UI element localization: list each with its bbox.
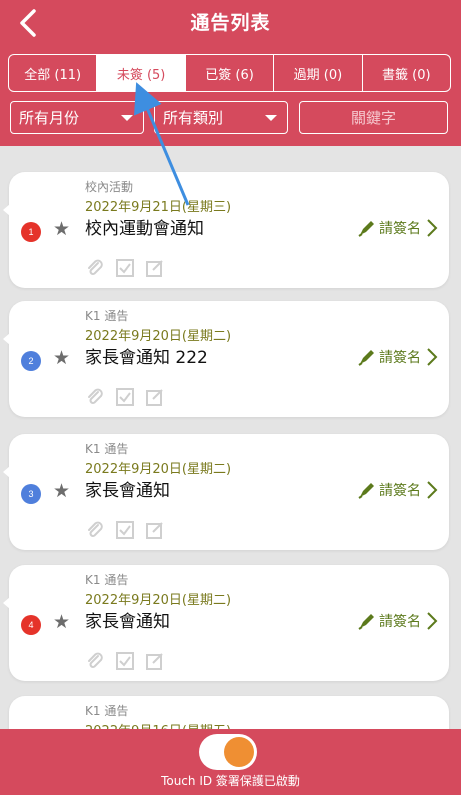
paperclip-icon xyxy=(88,521,103,537)
notice-date: 2022年9月21日(星期三) xyxy=(85,200,232,215)
sign-label: 請簽名 xyxy=(379,221,421,237)
notice-status-icons xyxy=(85,520,175,540)
checkbox-icon xyxy=(116,521,134,539)
notice-category: K1 通告 xyxy=(85,442,129,456)
notice-number-badge: 3 xyxy=(21,484,41,504)
checkbox-icon xyxy=(116,259,134,277)
notice-category: 校內活動 xyxy=(85,180,134,194)
category-select[interactable]: 所有類別 xyxy=(154,101,288,134)
notice-number-badge: 4 xyxy=(21,615,41,635)
sign-label: 請簽名 xyxy=(379,614,421,630)
pen-icon xyxy=(358,221,374,237)
edit-icon xyxy=(146,522,163,539)
tab-expired[interactable]: 過期 (0) xyxy=(274,55,363,91)
caret-down-icon xyxy=(265,115,277,121)
header-bar: 通告列表 全部 (11) 未簽 (5) 已簽 (6) 過期 (0) 書籤 (0)… xyxy=(0,0,461,146)
notice-status-icons xyxy=(85,258,175,278)
tab-all[interactable]: 全部 (11) xyxy=(9,55,98,91)
touch-id-toggle[interactable] xyxy=(199,734,257,770)
edit-icon xyxy=(146,260,163,277)
bookmark-star-icon[interactable]: ★ xyxy=(53,612,70,632)
notice-card[interactable]: 2 ★ K1 通告 2022年9月20日(星期二) 家長會通知 222 請簽名 xyxy=(3,301,449,417)
category-select-value: 所有類別 xyxy=(163,109,224,127)
bookmark-star-icon[interactable]: ★ xyxy=(53,219,70,239)
chevron-right-icon xyxy=(427,219,438,237)
caret-down-icon xyxy=(121,115,133,121)
checkbox-icon xyxy=(116,652,134,670)
card-notch xyxy=(3,204,10,216)
sign-button[interactable]: 請簽名 xyxy=(357,611,439,631)
toggle-knob xyxy=(224,737,254,767)
tab-signed[interactable]: 已簽 (6) xyxy=(186,55,275,91)
month-select[interactable]: 所有月份 xyxy=(10,101,144,134)
sign-label: 請簽名 xyxy=(379,483,421,499)
card-notch xyxy=(3,466,10,478)
notice-category: K1 通告 xyxy=(85,704,129,718)
paperclip-icon xyxy=(88,388,103,404)
pen-icon xyxy=(358,614,374,630)
sign-button[interactable]: 請簽名 xyxy=(357,347,439,367)
page-title: 通告列表 xyxy=(190,12,271,34)
notice-title: 校內運動會通知 xyxy=(85,219,204,239)
notice-category: K1 通告 xyxy=(85,573,129,587)
notice-date: 2022年9月20日(星期二) xyxy=(85,462,232,477)
bookmark-star-icon[interactable]: ★ xyxy=(53,348,70,368)
notice-title: 家長會通知 222 xyxy=(85,348,208,368)
notice-date: 2022年9月20日(星期二) xyxy=(85,593,232,608)
checkbox-icon xyxy=(116,388,134,406)
pen-icon xyxy=(358,350,374,366)
touch-id-label: Touch ID 簽署保護已啟動 xyxy=(161,774,300,788)
paperclip-icon xyxy=(88,259,103,275)
notice-category: K1 通告 xyxy=(85,309,129,323)
keyword-search-input[interactable]: 關鍵字 xyxy=(299,101,448,134)
notice-card[interactable]: 4 ★ K1 通告 2022年9月20日(星期二) 家長會通知 請簽名 xyxy=(3,565,449,681)
notice-title: 家長會通知 xyxy=(85,612,170,632)
bookmark-star-icon[interactable]: ★ xyxy=(53,481,70,501)
edit-icon xyxy=(146,389,163,406)
notice-status-icons xyxy=(85,387,175,407)
notice-title: 家長會通知 xyxy=(85,481,170,501)
notice-status-icons xyxy=(85,651,175,671)
sign-button[interactable]: 請簽名 xyxy=(357,480,439,500)
sign-label: 請簽名 xyxy=(379,350,421,366)
notice-date: 2022年9月20日(星期二) xyxy=(85,329,232,344)
keyword-placeholder: 關鍵字 xyxy=(350,109,396,127)
paperclip-icon xyxy=(88,652,103,668)
notice-number-badge: 1 xyxy=(21,222,41,242)
tab-bookmarks[interactable]: 書籤 (0) xyxy=(363,55,450,91)
status-tabs: 全部 (11) 未簽 (5) 已簽 (6) 過期 (0) 書籤 (0) xyxy=(8,54,451,92)
notice-number-badge: 2 xyxy=(21,351,41,371)
edit-icon xyxy=(146,653,163,670)
notice-card[interactable]: 3 ★ K1 通告 2022年9月20日(星期二) 家長會通知 請簽名 xyxy=(3,434,449,550)
month-select-value: 所有月份 xyxy=(19,109,80,127)
card-notch xyxy=(3,597,10,609)
chevron-right-icon xyxy=(427,348,438,366)
chevron-right-icon xyxy=(427,612,438,630)
chevron-right-icon xyxy=(427,481,438,499)
sign-button[interactable]: 請簽名 xyxy=(357,218,439,238)
card-notch xyxy=(3,333,10,345)
notice-card[interactable]: 1 ★ 校內活動 2022年9月21日(星期三) 校內運動會通知 請簽名 xyxy=(3,172,449,288)
tab-unsigned[interactable]: 未簽 (5) xyxy=(97,55,186,91)
pen-icon xyxy=(358,483,374,499)
